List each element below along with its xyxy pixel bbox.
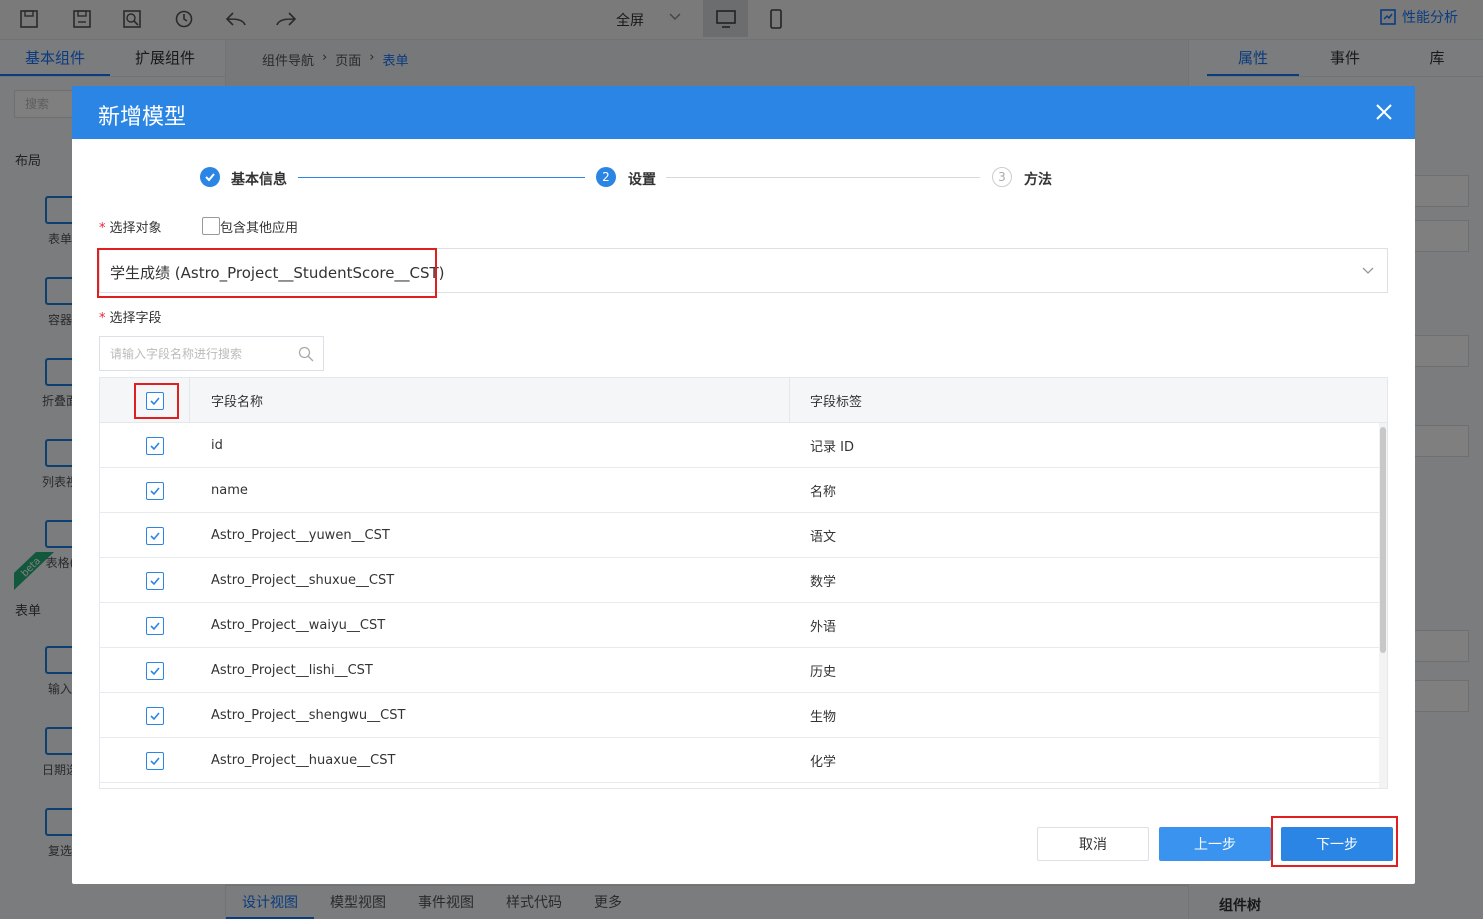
field-label-cell: 名称 <box>810 484 837 500</box>
scrollbar-thumb[interactable] <box>1380 427 1386 653</box>
field-label-cell: 数学 <box>810 574 837 590</box>
table-row[interactable]: Astro_Project__lishi__CST 历史 <box>100 648 1387 693</box>
field-search-input[interactable] <box>100 337 280 370</box>
row-checkbox[interactable] <box>146 482 164 500</box>
prev-step-button[interactable]: 上一步 <box>1159 827 1271 861</box>
step-label: 方法 <box>1024 172 1052 188</box>
field-label-cell: 历史 <box>810 664 837 680</box>
check-icon <box>150 577 160 586</box>
check-icon <box>150 667 160 676</box>
table-row[interactable]: id 记录 ID <box>100 423 1387 468</box>
field-table: 字段名称 字段标签 id 记录 ID name 名称 Astro_Project__yu… <box>99 377 1388 789</box>
field-name-cell: Astro_Project__shuxue__CST <box>211 572 395 588</box>
search-icon[interactable] <box>298 346 314 362</box>
check-icon <box>150 712 160 721</box>
highlight-box <box>97 248 437 298</box>
dialog-header: 新增模型 <box>72 86 1415 139</box>
check-icon <box>150 622 160 631</box>
cancel-button[interactable]: 取消 <box>1037 827 1149 861</box>
step-indicator: 基本信息 2 设置 3 方法 <box>200 166 1060 190</box>
field-name-cell: Astro_Project__shengwu__CST <box>211 707 406 723</box>
table-scrollbar[interactable] <box>1379 423 1387 788</box>
step-connector <box>666 177 980 178</box>
table-row[interactable]: Astro_Project__shengwu__CST 生物 <box>100 693 1387 738</box>
step-done-icon <box>200 167 220 187</box>
header-field-name: 字段名称 <box>190 378 790 422</box>
step-label: 设置 <box>628 172 656 188</box>
row-check-cell <box>100 423 190 467</box>
field-label-cell: 化学 <box>810 754 837 770</box>
check-icon <box>150 757 160 766</box>
row-check-cell <box>100 738 190 782</box>
step-number: 2 <box>596 167 616 187</box>
row-checkbox[interactable] <box>146 752 164 770</box>
dialog-title: 新增模型 <box>98 105 187 130</box>
table-body: id 记录 ID name 名称 Astro_Project__yuwen__CST 语文… <box>100 423 1387 783</box>
required-mark: * <box>99 221 106 236</box>
row-checkbox[interactable] <box>146 437 164 455</box>
row-check-cell <box>100 693 190 737</box>
table-row[interactable]: Astro_Project__yuwen__CST 语文 <box>100 513 1387 558</box>
field-label-cell: 生物 <box>810 709 837 725</box>
row-check-cell <box>100 468 190 512</box>
row-check-cell <box>100 513 190 557</box>
check-icon <box>150 487 160 496</box>
row-check-cell <box>100 558 190 602</box>
table-header: 字段名称 字段标签 <box>100 378 1387 423</box>
row-check-cell <box>100 603 190 647</box>
highlight-box <box>134 383 179 419</box>
field-label-cell: 外语 <box>810 619 837 635</box>
row-checkbox[interactable] <box>146 572 164 590</box>
step-label: 基本信息 <box>231 172 287 188</box>
header-field-label: 字段标签 <box>810 394 863 410</box>
field-label-cell: 记录 ID <box>810 439 854 455</box>
field-name-cell: Astro_Project__waiyu__CST <box>211 617 386 633</box>
table-row[interactable]: Astro_Project__huaxue__CST 化学 <box>100 738 1387 783</box>
required-mark: * <box>99 311 106 326</box>
table-row[interactable]: Astro_Project__shuxue__CST 数学 <box>100 558 1387 603</box>
chevron-down-icon <box>1362 267 1374 274</box>
include-other-apps-checkbox[interactable] <box>202 217 220 235</box>
table-row[interactable]: name 名称 <box>100 468 1387 513</box>
field-search <box>99 336 324 371</box>
close-icon[interactable] <box>1375 103 1393 121</box>
check-icon <box>150 532 160 541</box>
field-name-cell: id <box>211 437 223 453</box>
row-checkbox[interactable] <box>146 617 164 635</box>
table-row[interactable]: Astro_Project__waiyu__CST 外语 <box>100 603 1387 648</box>
check-icon <box>150 442 160 451</box>
row-checkbox[interactable] <box>146 662 164 680</box>
field-name-cell: Astro_Project__huaxue__CST <box>211 752 396 768</box>
field-name-cell: name <box>211 482 248 498</box>
row-checkbox[interactable] <box>146 527 164 545</box>
field-name-cell: Astro_Project__lishi__CST <box>211 662 373 678</box>
field-label-cell: 语文 <box>810 529 837 545</box>
include-other-apps-label[interactable]: 包含其他应用 <box>220 217 298 236</box>
new-model-dialog: 新增模型 基本信息 2 设置 3 方法 * 选择对象 包含其他应用 学生成绩 (A… <box>72 86 1415 884</box>
highlight-box <box>1271 816 1398 867</box>
step-connector <box>298 177 585 178</box>
select-fields-label: * 选择字段 <box>99 311 162 326</box>
row-check-cell <box>100 648 190 692</box>
select-object-label: * 选择对象 <box>99 221 162 236</box>
field-name-cell: Astro_Project__yuwen__CST <box>211 527 390 543</box>
step-number: 3 <box>992 167 1012 187</box>
row-checkbox[interactable] <box>146 707 164 725</box>
